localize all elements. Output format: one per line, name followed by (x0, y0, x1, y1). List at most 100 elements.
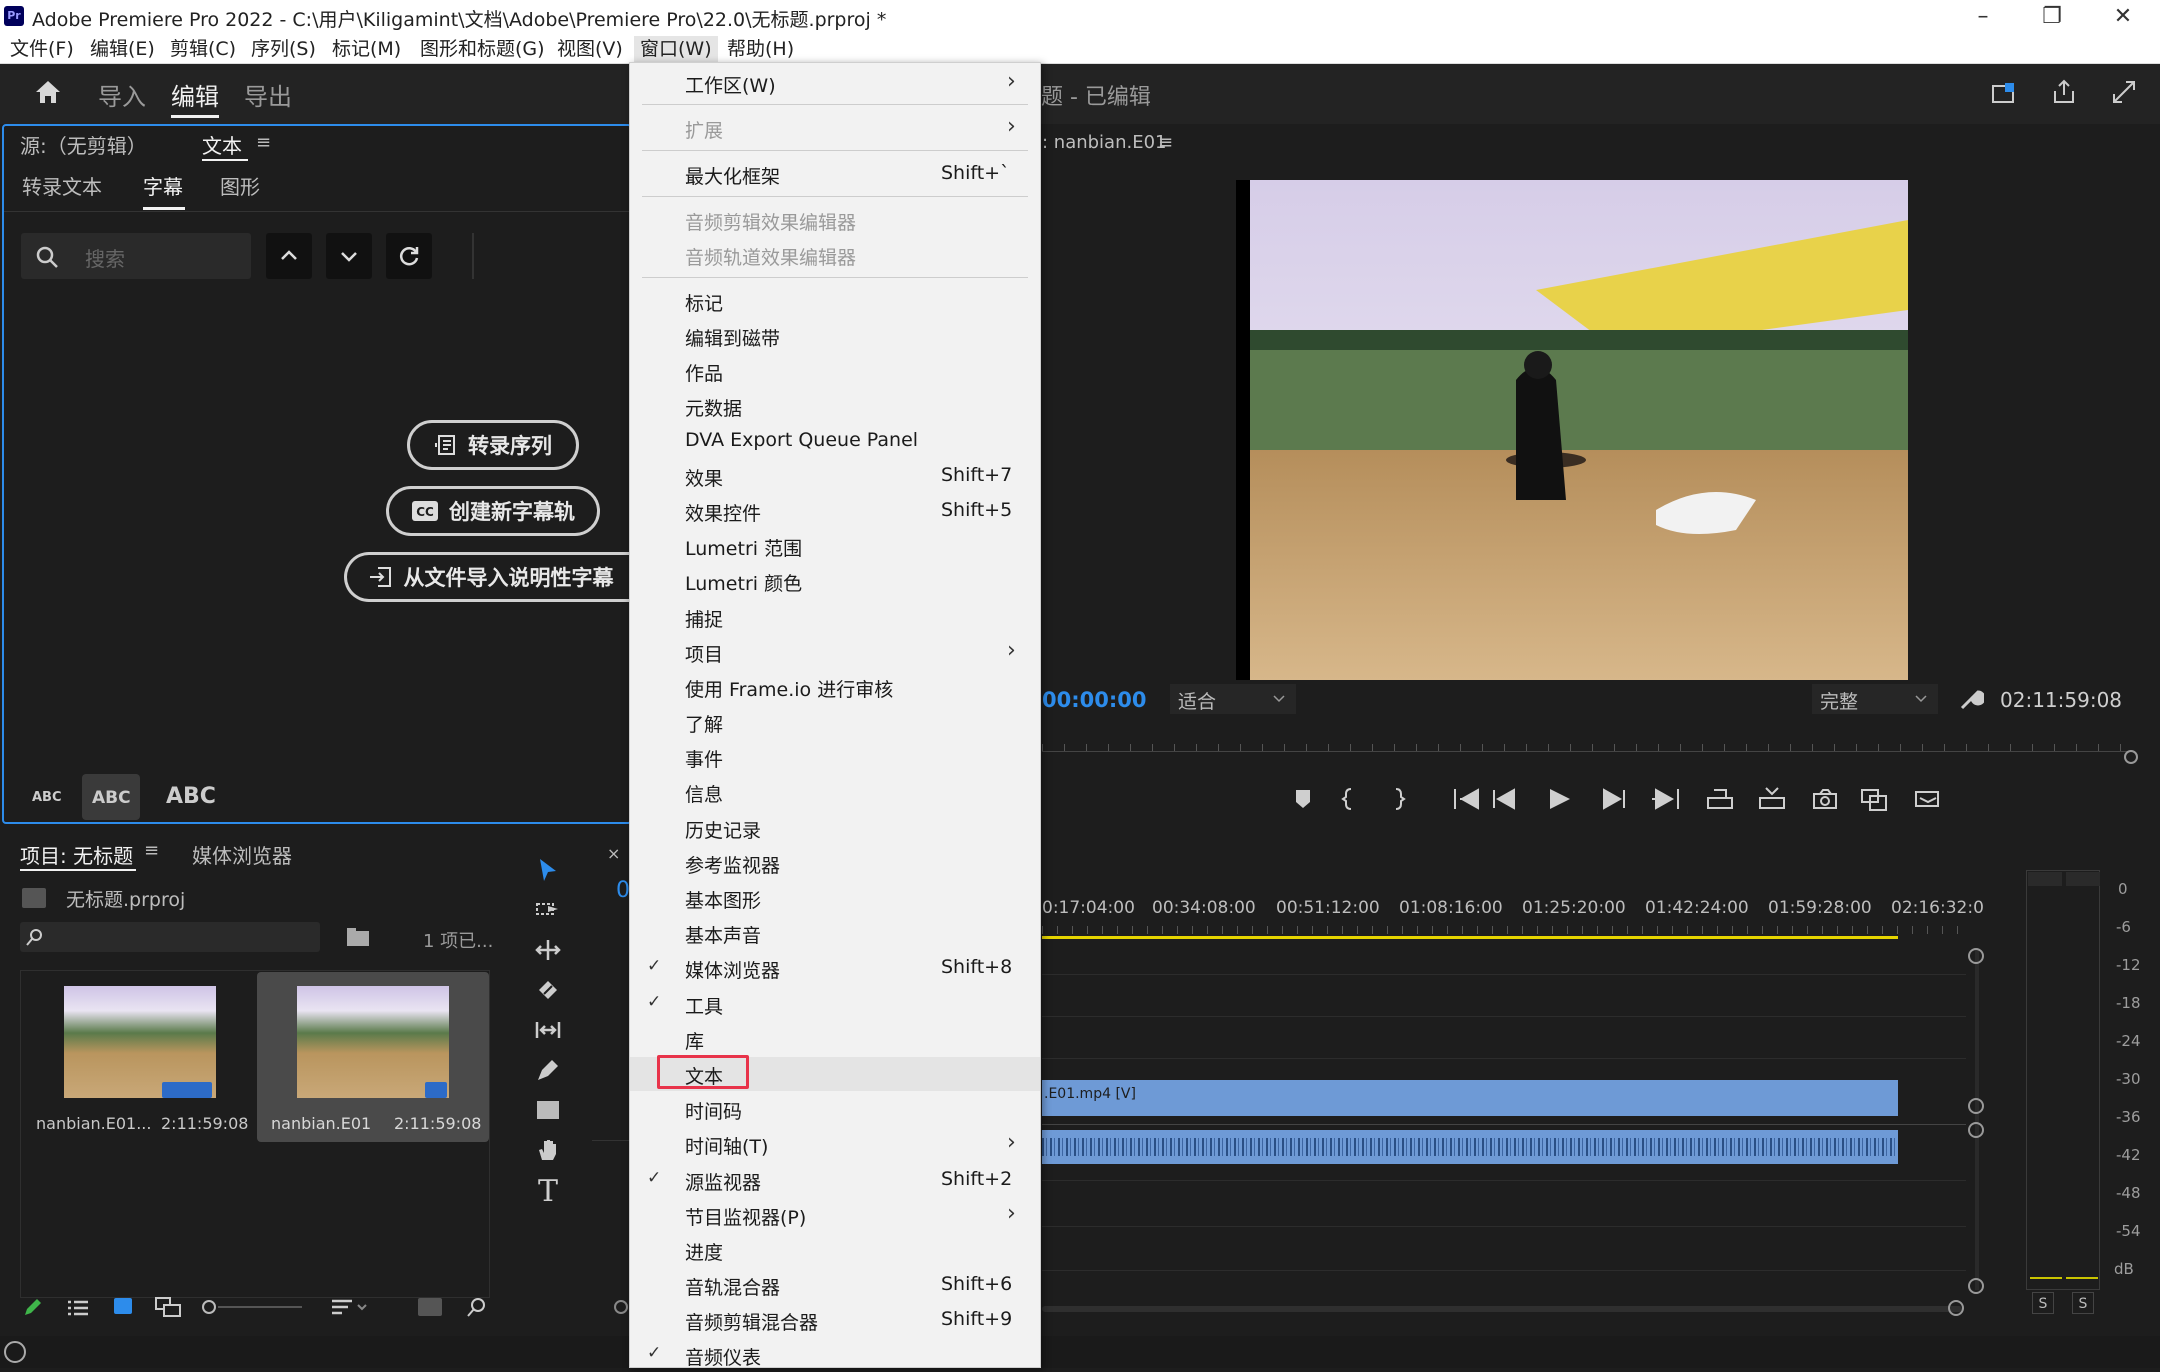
timeline-ruler[interactable] (1042, 926, 1966, 934)
import-captions-button[interactable]: 从文件导入说明性字幕 (344, 552, 634, 602)
tab-edit[interactable]: 编辑 (171, 77, 219, 112)
close-button[interactable]: ✕ (2090, 0, 2156, 33)
home-icon[interactable] (32, 76, 64, 108)
program-scrubber[interactable] (1042, 736, 2132, 752)
panel-menu-icon[interactable]: ≡ (1158, 132, 1173, 153)
tab-text[interactable]: 文本 (202, 130, 242, 159)
menu-window[interactable]: 窗口(W) (634, 36, 718, 62)
caption-size-large[interactable]: ABC (166, 784, 216, 809)
create-caption-track-button[interactable]: CC 创建新字幕轨 (386, 486, 600, 536)
window-menu-item[interactable]: 库 (630, 1022, 1040, 1056)
menu-view[interactable]: 视图(V) (551, 36, 629, 62)
selection-tool-icon[interactable] (532, 856, 564, 888)
menu-clip[interactable]: 剪辑(C) (164, 36, 242, 62)
next-caption-button[interactable] (326, 233, 372, 279)
menu-marker[interactable]: 标记(M) (326, 36, 407, 62)
type-tool-icon[interactable]: T (532, 1176, 564, 1208)
share-icon[interactable] (2050, 78, 2078, 106)
prev-caption-button[interactable] (266, 233, 312, 279)
list-view-icon[interactable] (66, 1298, 90, 1318)
tab-source[interactable]: 源:（无剪辑） (20, 130, 147, 159)
program-monitor-tab[interactable]: : nanbian.E01 (1042, 132, 1167, 153)
pencil-icon[interactable] (22, 1296, 44, 1318)
scrubber-end-handle[interactable] (2124, 750, 2138, 764)
horizontal-scrollbar[interactable] (1042, 1306, 1962, 1312)
sort-icon[interactable] (330, 1297, 370, 1319)
find-icon[interactable] (466, 1296, 488, 1318)
scroll-handle-bottom[interactable] (1968, 1278, 1984, 1294)
resolution-select[interactable]: 完整 (1812, 684, 1938, 714)
window-menu-item[interactable]: Lumetri 范围 (630, 529, 1040, 563)
window-menu-item[interactable]: 时间轴(T) › (630, 1127, 1040, 1161)
window-menu-item[interactable]: Lumetri 颜色 (630, 564, 1040, 598)
transcribe-sequence-button[interactable]: 转录序列 (407, 420, 579, 470)
freeform-view-icon[interactable] (154, 1296, 182, 1318)
tab-export[interactable]: 导出 (244, 77, 292, 112)
rectangle-tool-icon[interactable] (532, 1096, 564, 1128)
tab-media-browser[interactable]: 媒体浏览器 (192, 840, 292, 869)
automate-to-sequence-icon[interactable] (418, 1298, 442, 1316)
menu-edit[interactable]: 编辑(E) (84, 36, 161, 62)
window-menu-item[interactable]: 参考监视器 (630, 846, 1040, 880)
window-menu-item[interactable]: 效果控件 Shift+5 (630, 494, 1040, 528)
window-menu-item[interactable]: ✓ 音频仪表 (630, 1338, 1040, 1372)
subtab-graphics[interactable]: 图形 (220, 171, 260, 200)
window-menu-item[interactable]: 元数据 (630, 389, 1040, 423)
window-menu-item[interactable]: 音频剪辑混合器 Shift+9 (630, 1303, 1040, 1337)
wrench-icon[interactable] (1958, 686, 1986, 712)
video-clip[interactable]: .E01.mp4 [V] (1042, 1080, 1898, 1116)
scroll-handle[interactable] (1968, 1122, 1984, 1138)
scroll-handle-top[interactable] (1968, 948, 1984, 964)
ripple-edit-tool-icon[interactable] (532, 936, 564, 968)
project-item[interactable]: nanbian.E01... 2:11:59:08 (26, 976, 256, 1294)
zoom-level-select[interactable]: 适合 (1170, 684, 1296, 714)
window-menu-item[interactable]: 基本声音 (630, 916, 1040, 950)
playhead-timecode[interactable]: 00:00:00 (1042, 688, 1146, 712)
work-area-bar[interactable] (1042, 936, 1898, 939)
window-menu-item[interactable]: 信息 (630, 775, 1040, 809)
horizontal-scroll-handle[interactable] (1948, 1300, 1964, 1316)
menu-sequence[interactable]: 序列(S) (245, 36, 322, 62)
new-bin-icon[interactable] (346, 927, 370, 947)
pen-tool-icon[interactable] (532, 1056, 564, 1088)
subtab-transcript[interactable]: 转录文本 (22, 171, 102, 200)
scroll-handle[interactable] (1968, 1098, 1984, 1114)
window-menu-item[interactable]: DVA Export Queue Panel (630, 424, 1040, 458)
slip-tool-icon[interactable] (532, 1016, 564, 1048)
window-menu-item[interactable]: 时间码 (630, 1092, 1040, 1126)
creative-cloud-icon[interactable] (4, 1341, 26, 1363)
window-menu-item[interactable]: 使用 Frame.io 进行审核 (630, 670, 1040, 704)
window-menu-item[interactable]: ✓ 工具 (630, 987, 1040, 1021)
window-menu-item[interactable]: 标记 (630, 284, 1040, 318)
quick-export-icon[interactable] (1990, 80, 2018, 108)
menu-graphics[interactable]: 图形和标题(G) (414, 36, 551, 62)
window-menu-item[interactable]: 事件 (630, 740, 1040, 774)
window-menu-item[interactable]: 音轨混合器 Shift+6 (630, 1268, 1040, 1302)
refresh-button[interactable] (386, 233, 432, 279)
window-menu-item[interactable]: 最大化框架 Shift+` (630, 157, 1040, 191)
timeline-scroll-handle[interactable] (614, 1300, 628, 1314)
tab-import[interactable]: 导入 (98, 77, 146, 112)
window-menu-item[interactable]: 效果 Shift+7 (630, 459, 1040, 493)
panel-menu-icon[interactable]: ≡ (256, 132, 271, 153)
window-menu-item[interactable]: 节目监视器(P) › (630, 1198, 1040, 1232)
caption-size-small[interactable]: ABC (32, 790, 62, 805)
solo-right-button[interactable]: S (2072, 1292, 2094, 1314)
window-menu-item[interactable]: ✓ 源监视器 Shift+2 (630, 1163, 1040, 1197)
solo-left-button[interactable]: S (2032, 1292, 2054, 1314)
menu-help[interactable]: 帮助(H) (721, 36, 800, 62)
tab-project[interactable]: 项目: 无标题 (20, 840, 133, 869)
window-menu-item[interactable]: 工作区(W) › (630, 66, 1040, 100)
close-icon[interactable]: × (607, 844, 620, 863)
caption-size-medium-button[interactable]: ABC (82, 774, 140, 820)
window-menu-item[interactable]: 基本图形 (630, 881, 1040, 915)
panel-menu-icon[interactable]: ≡ (144, 840, 159, 861)
restore-button[interactable]: ❐ (2019, 0, 2085, 33)
hand-tool-icon[interactable] (532, 1136, 564, 1168)
audio-clip[interactable] (1042, 1130, 1898, 1164)
menu-file[interactable]: 文件(F) (4, 36, 80, 62)
window-menu-item[interactable]: 作品 (630, 354, 1040, 388)
window-menu-item[interactable]: ✓ 媒体浏览器 Shift+8 (630, 951, 1040, 985)
window-menu-item[interactable]: 项目 › (630, 635, 1040, 669)
fullscreen-icon[interactable] (2110, 78, 2138, 106)
